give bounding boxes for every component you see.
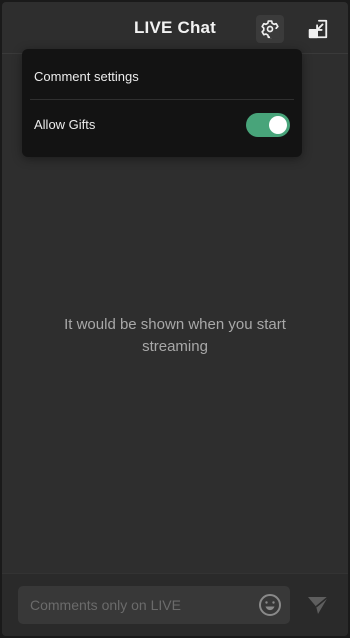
settings-button[interactable] xyxy=(256,15,284,43)
toggle-knob xyxy=(269,116,287,134)
settings-gear-icon xyxy=(261,20,280,39)
comment-box xyxy=(18,586,290,624)
empty-chat-message: It would be shown when you start streami… xyxy=(64,316,286,355)
popout-window-icon xyxy=(308,19,328,39)
allow-gifts-label: Allow Gifts xyxy=(34,117,96,132)
chat-title: LIVE Chat xyxy=(133,18,217,37)
send-icon[interactable] xyxy=(306,593,330,617)
allow-gifts-toggle[interactable] xyxy=(246,113,290,137)
live-chat-panel: LIVE Chat Comment settings Allow Gifts I… xyxy=(2,2,348,636)
chat-header: LIVE Chat xyxy=(2,2,348,54)
comment-composer xyxy=(2,573,348,636)
comment-input[interactable] xyxy=(30,586,250,624)
menu-divider xyxy=(30,99,294,100)
comment-settings-item[interactable]: Comment settings xyxy=(34,69,139,84)
emoji-icon[interactable] xyxy=(258,593,282,617)
comment-settings-menu: Comment settings Allow Gifts xyxy=(22,49,302,157)
popout-button[interactable] xyxy=(304,15,332,43)
